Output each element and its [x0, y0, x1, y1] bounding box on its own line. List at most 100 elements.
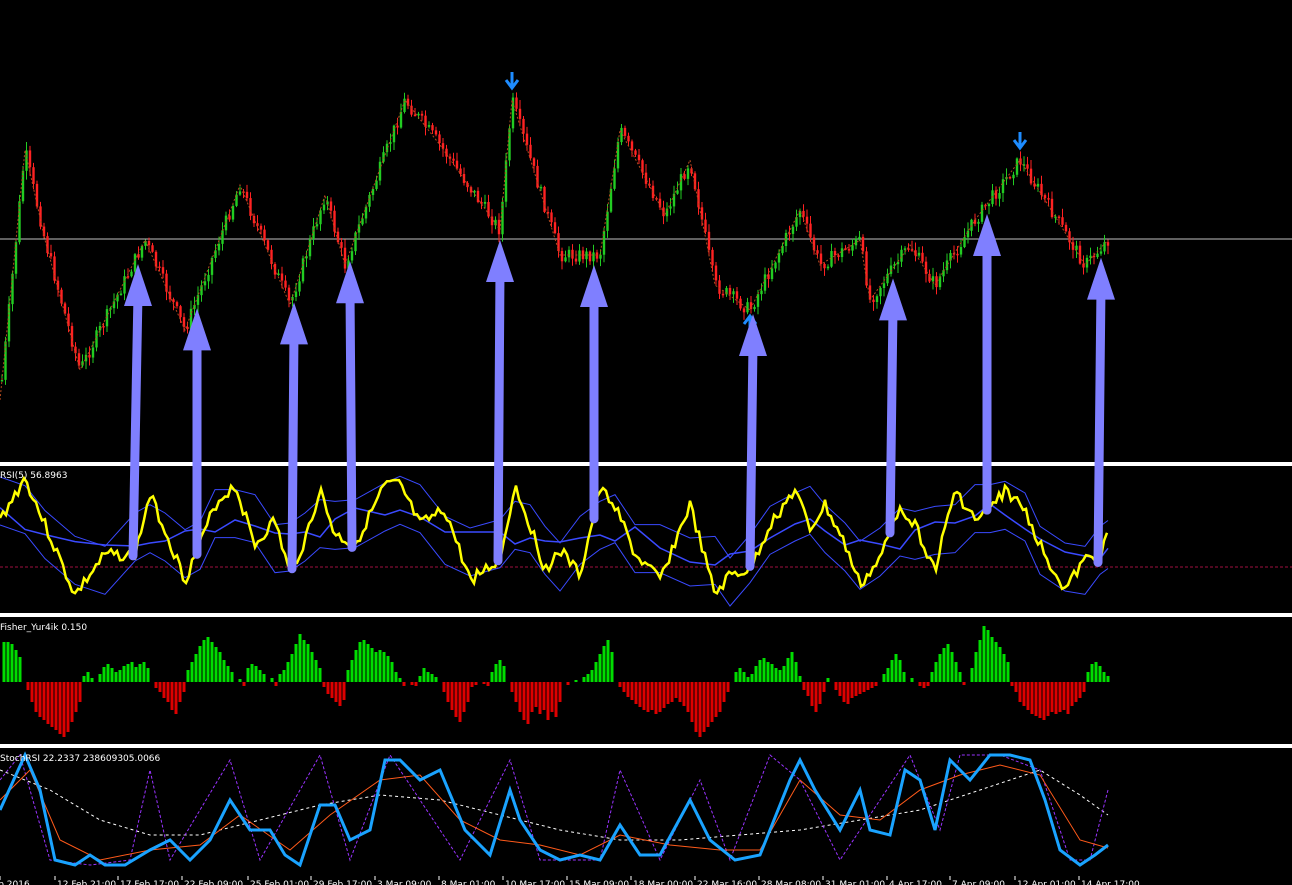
- fisher-bar: [130, 662, 134, 682]
- fisher-bar: [538, 682, 542, 714]
- candle-body: [1040, 183, 1043, 196]
- candle-body: [903, 248, 907, 250]
- fisher-bar: [342, 682, 346, 700]
- candle-body: [623, 127, 627, 136]
- candle-body: [91, 347, 95, 358]
- fisher-bar: [1034, 682, 1038, 716]
- fisher-bar: [314, 660, 318, 682]
- candle-body: [931, 276, 935, 282]
- fisher-bar: [466, 682, 470, 702]
- fisher-bar: [158, 682, 162, 692]
- fisher-bar: [902, 672, 906, 682]
- candle-body: [935, 276, 938, 288]
- candle-body: [539, 186, 543, 189]
- candle-body: [578, 250, 581, 262]
- fisher-bar: [370, 648, 374, 682]
- pane-separator[interactable]: [0, 613, 1292, 617]
- candle-body: [553, 222, 557, 234]
- fisher-bar: [498, 660, 502, 682]
- candle-body: [525, 133, 529, 145]
- fisher-bar: [402, 682, 406, 686]
- fisher-bar: [714, 682, 718, 717]
- fisher-bar: [762, 658, 766, 682]
- candle-body: [823, 263, 826, 269]
- candle-body: [1008, 176, 1012, 179]
- candle-body: [634, 150, 637, 155]
- fisher-bar: [530, 682, 534, 712]
- candle-body: [977, 221, 980, 224]
- candle-body: [882, 283, 886, 288]
- fisher-bar: [882, 674, 886, 682]
- candle-body: [1043, 195, 1047, 199]
- fisher-bar: [622, 682, 626, 692]
- fisher-bar: [662, 682, 666, 708]
- candle-body: [49, 253, 53, 257]
- fisher-bar: [542, 682, 546, 710]
- fisher-bar: [774, 668, 778, 682]
- candle-body: [959, 247, 963, 255]
- candle-body: [77, 353, 81, 366]
- fisher-bar: [998, 647, 1002, 682]
- fisher-bar: [250, 664, 254, 682]
- candle-body: [375, 180, 378, 189]
- trading-chart: RSI(5) 56.8963 Fisher_Yur4ik 0.150 Stoch…: [0, 0, 1292, 885]
- candle-body: [378, 161, 382, 181]
- candle-body: [151, 245, 154, 252]
- candle-body: [1096, 253, 1099, 258]
- fisher-bar: [38, 682, 42, 717]
- fisher-bar: [1042, 682, 1046, 720]
- fisher-bar: [106, 664, 110, 682]
- candle-body: [550, 212, 553, 223]
- candle-body: [343, 247, 347, 269]
- fisher-bar: [1066, 682, 1070, 714]
- fisher-bar: [630, 682, 634, 700]
- time-tick-label: 12 Feb 21:00: [57, 880, 116, 885]
- candle-body: [340, 242, 343, 248]
- fisher-bar: [298, 634, 302, 682]
- fisher-bar: [522, 682, 526, 720]
- pane-separator[interactable]: [0, 744, 1292, 748]
- fisher-bar: [754, 666, 758, 682]
- fisher-bar: [1094, 662, 1098, 682]
- fisher-bar: [34, 682, 38, 712]
- fisher-bar: [518, 682, 522, 712]
- fisher-bar: [934, 662, 938, 682]
- fisher-bar: [846, 682, 850, 704]
- fisher-bar: [502, 666, 506, 682]
- candle-body: [973, 219, 977, 224]
- fisher-bar: [722, 682, 726, 702]
- fisher-bar: [46, 682, 50, 724]
- fisher-bar: [474, 682, 478, 685]
- fisher-bar: [278, 674, 282, 682]
- time-tick-label: 22 Feb 09:00: [184, 880, 243, 885]
- fisher-bar: [938, 654, 942, 682]
- fisher-bar: [54, 682, 58, 730]
- fisher-bar: [198, 646, 202, 682]
- candle-body: [504, 160, 508, 202]
- fisher-bar: [674, 682, 678, 698]
- fisher-bar: [758, 660, 762, 682]
- fisher-bar: [146, 668, 150, 682]
- fisher-bar: [534, 682, 538, 707]
- candle-body: [11, 273, 14, 305]
- fisher-bar: [254, 666, 258, 682]
- fisher-bar: [1086, 672, 1090, 682]
- fisher-bar: [126, 664, 130, 682]
- candle-body: [875, 296, 879, 303]
- fisher-bar: [738, 668, 742, 682]
- fisher-bar: [726, 682, 730, 692]
- fisher-bar: [1082, 682, 1086, 692]
- candle-body: [683, 174, 686, 179]
- fisher-bar: [810, 682, 814, 706]
- fisher-bar: [1106, 676, 1110, 682]
- fisher-bar: [838, 682, 842, 696]
- fisher-bar: [742, 672, 746, 682]
- candle-body: [350, 251, 354, 261]
- fisher-bar: [802, 682, 806, 690]
- candle-body: [998, 193, 1001, 199]
- fisher-bar: [870, 682, 874, 688]
- stoch-pane-label: StochRSI 22.2337 238609305.0066: [0, 754, 161, 764]
- fisher-bar: [86, 672, 90, 682]
- fisher-bar: [1090, 664, 1094, 682]
- time-tick-label: 28 Mar 08:00: [761, 880, 821, 885]
